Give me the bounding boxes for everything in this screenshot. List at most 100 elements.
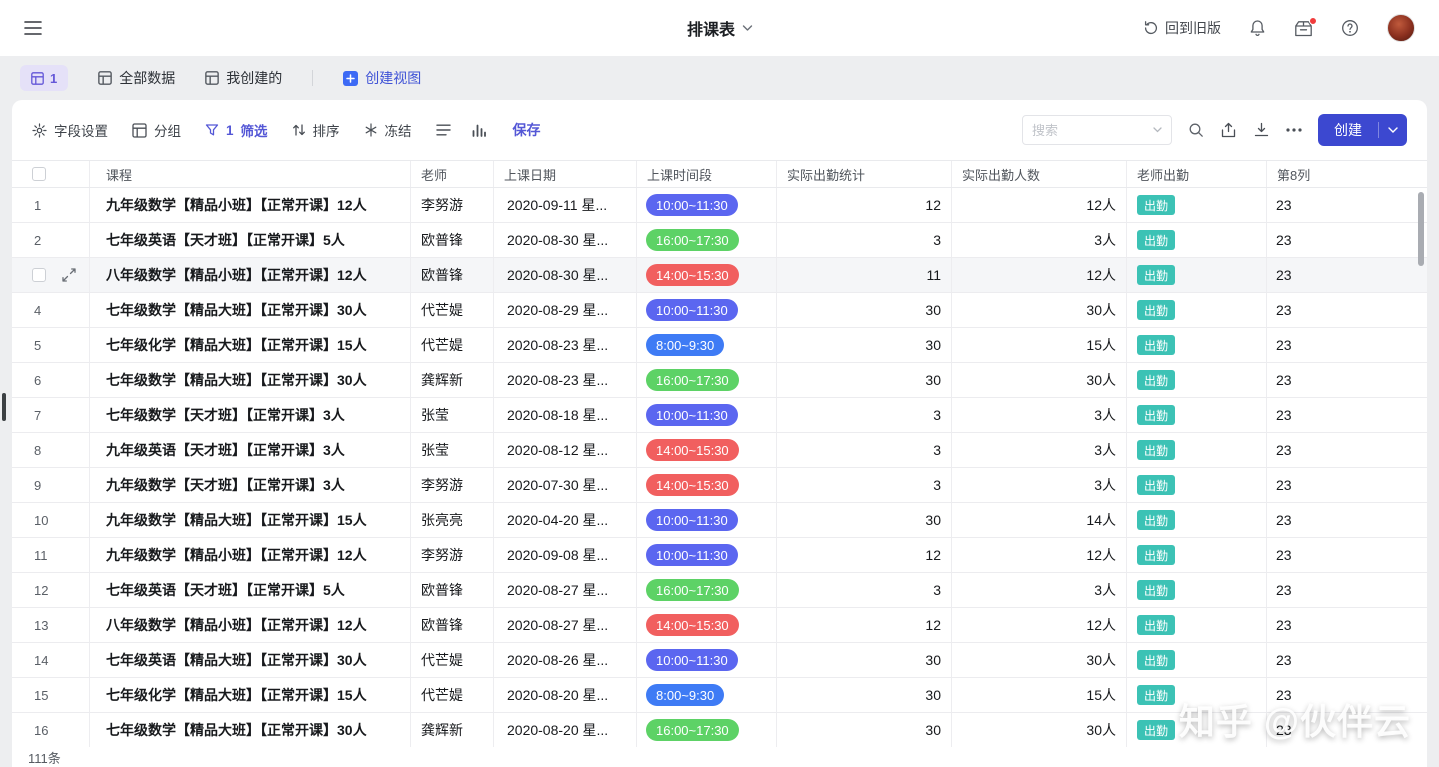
teacher-cell[interactable]: 李努游 (411, 188, 494, 222)
stat-cell[interactable]: 3 (777, 398, 952, 432)
course-cell[interactable]: 九年级数学【精品大班】【正常开课】15人 (90, 503, 411, 537)
date-cell[interactable]: 2020-09-08 星... (494, 538, 637, 572)
time-cell[interactable]: 14:00~15:30 (637, 258, 777, 292)
course-cell[interactable]: 八年级数学【精品小班】【正常开课】12人 (90, 608, 411, 642)
date-cell[interactable]: 2020-04-20 星... (494, 503, 637, 537)
back-to-old-version-button[interactable]: 回到旧版 (1143, 18, 1221, 38)
tab-my-created[interactable]: 我创建的 (205, 68, 282, 88)
count-cell[interactable]: 30人 (952, 293, 1127, 327)
column-header-course[interactable]: 课程 (90, 161, 411, 187)
stat-cell[interactable]: 3 (777, 223, 952, 257)
teacher-cell[interactable]: 龚辉新 (411, 363, 494, 397)
date-cell[interactable]: 2020-08-20 星... (494, 678, 637, 712)
col8-cell[interactable]: 23 (1267, 503, 1427, 537)
teacher-cell[interactable]: 张亮亮 (411, 503, 494, 537)
time-cell[interactable]: 10:00~11:30 (637, 293, 777, 327)
sort-button[interactable]: 排序 (292, 120, 340, 140)
count-cell[interactable]: 15人 (952, 678, 1127, 712)
attendance-cell[interactable]: 出勤 (1127, 223, 1267, 257)
freeze-button[interactable]: 冻结 (364, 120, 412, 140)
stat-cell[interactable]: 12 (777, 188, 952, 222)
date-cell[interactable]: 2020-09-11 星... (494, 188, 637, 222)
row-handle-cell[interactable]: 7 (24, 398, 90, 432)
col8-cell[interactable]: 23 (1267, 468, 1427, 502)
table-row[interactable]: 12 七年级英语【天才班】【正常开课】5人 欧普锋 2020-08-27 星..… (12, 573, 1427, 608)
download-icon[interactable] (1253, 122, 1270, 138)
course-cell[interactable]: 九年级数学【精品小班】【正常开课】12人 (90, 538, 411, 572)
count-cell[interactable]: 3人 (952, 573, 1127, 607)
time-cell[interactable]: 16:00~17:30 (637, 363, 777, 397)
course-cell[interactable]: 七年级英语【精品大班】【正常开课】30人 (90, 643, 411, 677)
attendance-cell[interactable]: 出勤 (1127, 643, 1267, 677)
table-row[interactable]: 1 九年级数学【精品小班】【正常开课】12人 李努游 2020-09-11 星.… (12, 188, 1427, 223)
time-cell[interactable]: 16:00~17:30 (637, 713, 777, 747)
time-cell[interactable]: 10:00~11:30 (637, 643, 777, 677)
row-handle-cell[interactable]: 4 (24, 293, 90, 327)
left-scrollbar-thumb[interactable] (2, 393, 6, 421)
tab-active-view[interactable]: 1 (20, 65, 69, 91)
course-cell[interactable]: 七年级化学【精品大班】【正常开课】15人 (90, 678, 411, 712)
row-handle-cell[interactable]: 13 (24, 608, 90, 642)
tab-all-data[interactable]: 全部数据 (98, 68, 175, 88)
count-cell[interactable]: 14人 (952, 503, 1127, 537)
more-icon[interactable] (1286, 128, 1302, 132)
course-cell[interactable]: 七年级英语【天才班】【正常开课】5人 (90, 573, 411, 607)
table-row[interactable]: 14 七年级英语【精品大班】【正常开课】30人 代芒媞 2020-08-26 星… (12, 643, 1427, 678)
attendance-cell[interactable]: 出勤 (1127, 713, 1267, 747)
count-cell[interactable]: 12人 (952, 258, 1127, 292)
inbox-icon[interactable] (1294, 16, 1317, 37)
attendance-cell[interactable]: 出勤 (1127, 538, 1267, 572)
col8-cell[interactable]: 23 (1267, 328, 1427, 362)
date-cell[interactable]: 2020-07-30 星... (494, 468, 637, 502)
teacher-cell[interactable]: 代芒媞 (411, 643, 494, 677)
count-cell[interactable]: 15人 (952, 328, 1127, 362)
row-handle-cell[interactable]: 8 (24, 433, 90, 467)
table-row[interactable]: 6 七年级数学【精品大班】【正常开课】30人 龚辉新 2020-08-23 星.… (12, 363, 1427, 398)
table-row[interactable]: 5 七年级化学【精品大班】【正常开课】15人 代芒媞 2020-08-23 星.… (12, 328, 1427, 363)
teacher-cell[interactable]: 代芒媞 (411, 678, 494, 712)
date-cell[interactable]: 2020-08-23 星... (494, 328, 637, 362)
row-handle-cell[interactable]: 12 (24, 573, 90, 607)
bell-icon[interactable] (1249, 19, 1266, 37)
date-cell[interactable]: 2020-08-30 星... (494, 258, 637, 292)
attendance-cell[interactable]: 出勤 (1127, 573, 1267, 607)
teacher-cell[interactable]: 李努游 (411, 538, 494, 572)
teacher-cell[interactable]: 李努游 (411, 468, 494, 502)
attendance-cell[interactable]: 出勤 (1127, 678, 1267, 712)
teacher-cell[interactable]: 代芒媞 (411, 293, 494, 327)
teacher-cell[interactable]: 欧普锋 (411, 223, 494, 257)
date-cell[interactable]: 2020-08-30 星... (494, 223, 637, 257)
count-cell[interactable]: 3人 (952, 468, 1127, 502)
teacher-cell[interactable]: 张莹 (411, 398, 494, 432)
attendance-cell[interactable]: 出勤 (1127, 503, 1267, 537)
col8-cell[interactable]: 23 (1267, 678, 1427, 712)
stat-cell[interactable]: 30 (777, 713, 952, 747)
date-cell[interactable]: 2020-08-20 星... (494, 713, 637, 747)
stat-cell[interactable]: 11 (777, 258, 952, 292)
col8-cell[interactable]: 23 (1267, 608, 1427, 642)
group-button[interactable]: 分组 (132, 120, 181, 140)
stat-cell[interactable]: 30 (777, 643, 952, 677)
column-header-teacher-attendance[interactable]: 老师出勤 (1127, 161, 1267, 187)
row-handle-cell[interactable]: 10 (24, 503, 90, 537)
row-handle-cell[interactable]: 9 (24, 468, 90, 502)
course-cell[interactable]: 七年级化学【精品大班】【正常开课】15人 (90, 328, 411, 362)
help-icon[interactable] (1341, 19, 1359, 37)
col8-cell[interactable]: 23 (1267, 363, 1427, 397)
attendance-cell[interactable]: 出勤 (1127, 188, 1267, 222)
attendance-cell[interactable]: 出勤 (1127, 433, 1267, 467)
time-cell[interactable]: 10:00~11:30 (637, 398, 777, 432)
avatar[interactable] (1387, 14, 1415, 42)
search-icon[interactable] (1188, 122, 1204, 138)
col8-cell[interactable]: 23 (1267, 643, 1427, 677)
table-row[interactable]: 13 八年级数学【精品小班】【正常开课】12人 欧普锋 2020-08-27 星… (12, 608, 1427, 643)
stat-cell[interactable]: 3 (777, 468, 952, 502)
column-header-teacher[interactable]: 老师 (411, 161, 494, 187)
teacher-cell[interactable]: 欧普锋 (411, 608, 494, 642)
col8-cell[interactable]: 23 (1267, 713, 1427, 747)
course-cell[interactable]: 七年级英语【天才班】【正常开课】5人 (90, 223, 411, 257)
col8-cell[interactable]: 23 (1267, 293, 1427, 327)
column-header-attendance-count[interactable]: 实际出勤人数 (952, 161, 1127, 187)
teacher-cell[interactable]: 欧普锋 (411, 258, 494, 292)
table-row[interactable]: 3 八年级数学【精品小班】【正常开课】12人 欧普锋 2020-08-30 星.… (12, 258, 1427, 293)
